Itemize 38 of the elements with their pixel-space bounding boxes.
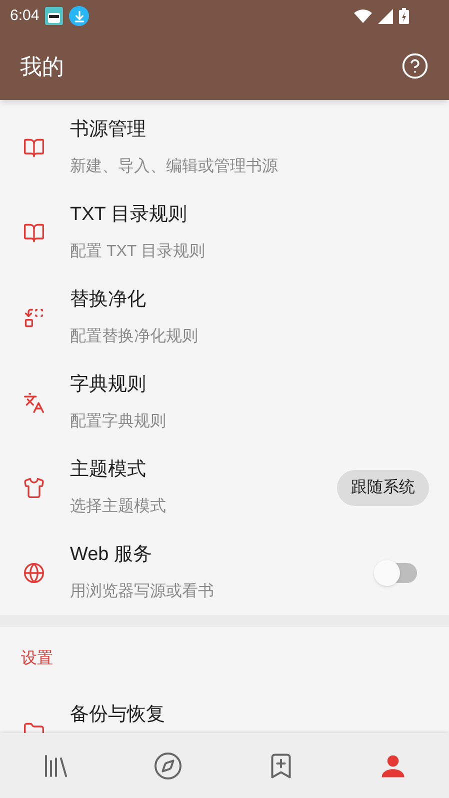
menu-item[interactable]: TXT 目录规则 配置 TXT 目录规则 [0,190,449,275]
toolbar-title: 我的 [20,52,64,80]
compass-icon [153,750,184,780]
wifi-icon [354,9,372,23]
section-header: 设置 [21,649,53,669]
globe-icon [23,562,45,584]
item-title: TXT 目录规则 [70,203,188,228]
item-title: 主题模式 [70,458,147,482]
download-icon [69,6,90,26]
menu-item[interactable]: 书源管理 新建、导入、编辑或管理书源 [0,105,449,190]
menu-item[interactable]: Web 服务 用浏览器写源或看书 [0,530,449,615]
status-time: 6:04 [10,6,40,26]
menu-item[interactable]: 字典规则 配置字典规则 [0,360,449,445]
battery-icon [399,8,409,24]
translate-icon [23,392,45,414]
item-subtitle: 配置字典规则 [70,412,167,432]
theme-chip[interactable]: 跟随系统 [337,470,429,506]
menu-item[interactable]: 替换净化 配置替换净化规则 [0,275,449,360]
app-icon [45,7,64,25]
help-button[interactable] [401,52,429,80]
item-title: 替换净化 [70,288,147,312]
item-title: Web 服务 [70,543,154,568]
item-subtitle: 用浏览器写源或看书 [70,582,215,602]
signal-icon [378,8,393,24]
menu-item[interactable]: 主题模式 选择主题模式 跟随系统 [0,445,449,530]
book-icon [23,136,45,158]
item-subtitle: 选择主题模式 [70,496,167,517]
item-title: 备份与恢复 [70,703,165,727]
shirt-icon [23,476,45,498]
item-subtitle: 配置替换净化规则 [70,326,199,347]
toggle-switch[interactable] [377,562,417,582]
item-subtitle: 配置 TXT 目录规则 [70,242,206,262]
replace-icon [23,306,45,328]
item-title: 书源管理 [70,118,147,142]
item-subtitle: 新建、导入、编辑或管理书源 [70,156,279,177]
book-icon [23,222,45,244]
menu-item[interactable]: 备份与恢复 [0,691,449,733]
item-title: 字典规则 [70,373,147,398]
